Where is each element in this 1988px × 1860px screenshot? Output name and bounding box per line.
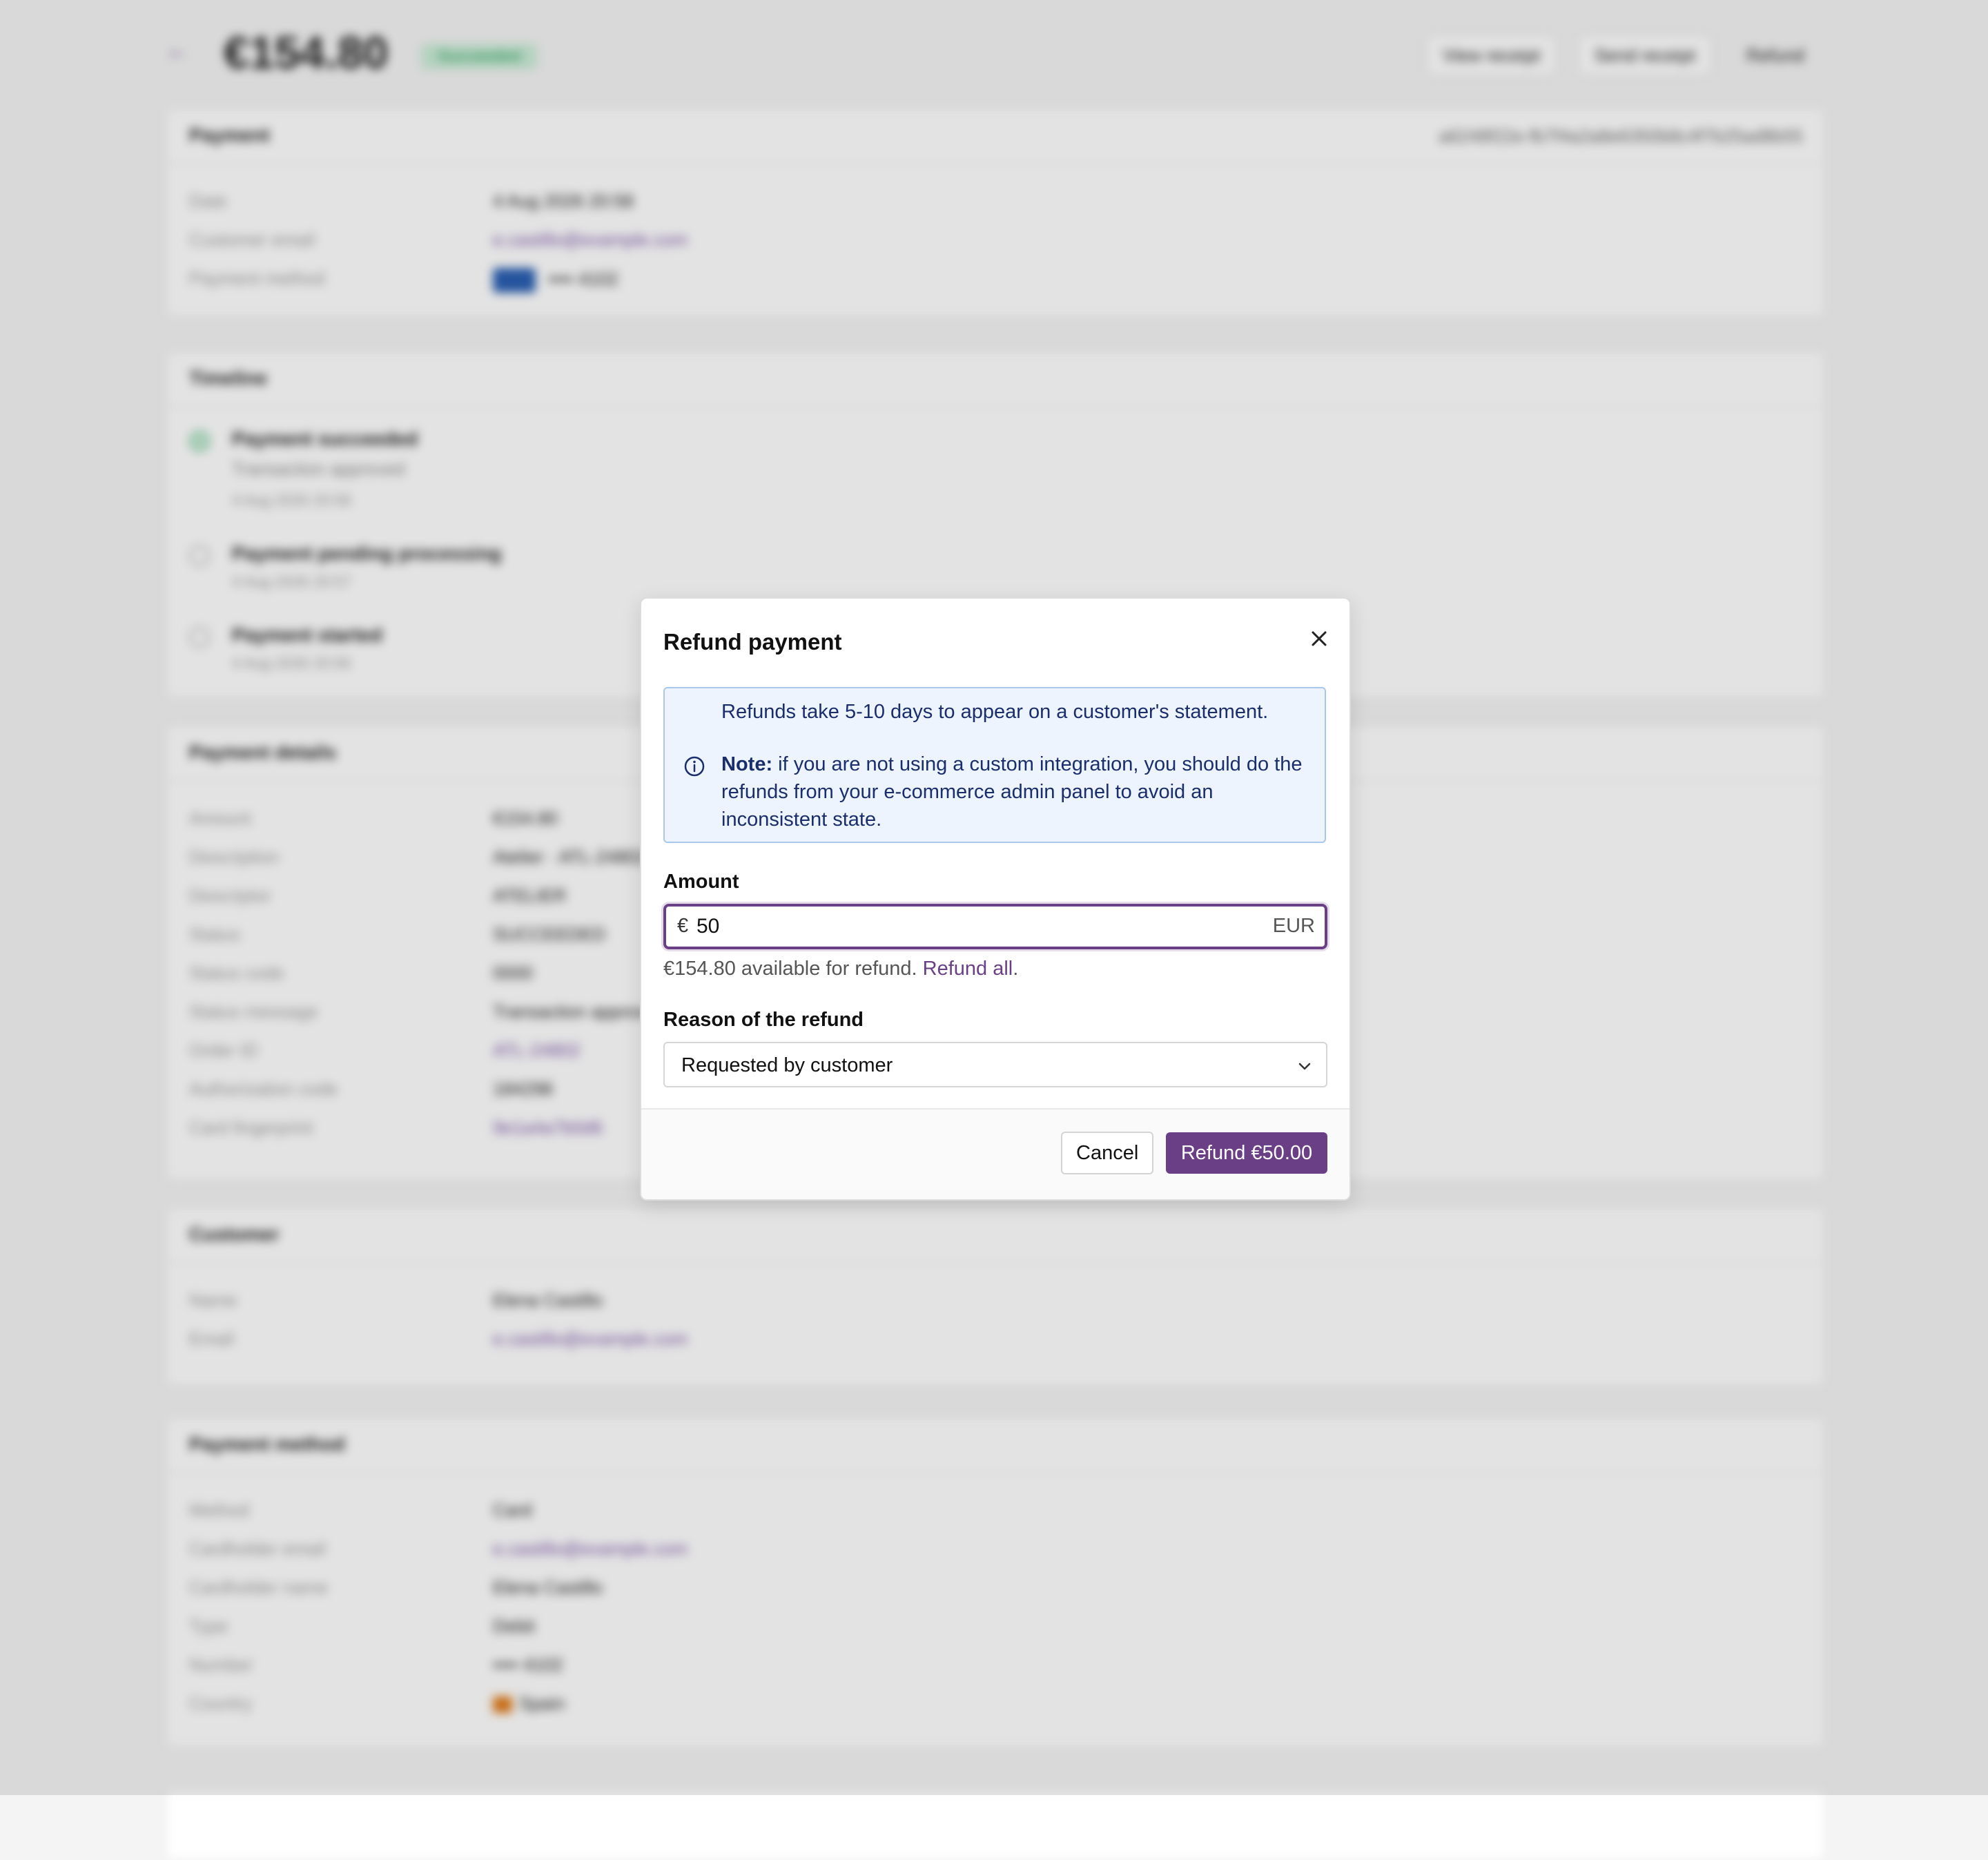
refund-all-link[interactable]: Refund all [923,958,1013,980]
reason-label: Reason of the refund [663,1009,864,1031]
modal-title: Refund payment [663,629,842,655]
modal-footer: Cancel Refund €50.00 [641,1108,1349,1199]
reason-selected-value: Requested by customer [681,1054,893,1076]
note-text: if you are not using a custom integratio… [721,753,1303,831]
note-label: Note: [721,753,773,775]
notice-note: Note: if you are not using a custom inte… [721,750,1315,833]
close-button[interactable] [1304,623,1334,654]
available-text: €154.80 available for refund. [663,958,923,980]
currency-code: EUR [1272,915,1315,937]
reason-select[interactable]: Requested by customer [663,1042,1327,1087]
chevron-down-icon [1298,1063,1311,1070]
refund-notice: Refunds take 5-10 days to appear on a cu… [663,687,1326,843]
notice-text: Refunds take 5-10 days to appear on a cu… [721,701,1269,723]
info-icon [684,756,705,777]
confirm-refund-button[interactable]: Refund €50.00 [1166,1132,1327,1174]
next-card [166,1788,1825,1860]
cancel-button[interactable]: Cancel [1061,1132,1154,1174]
available-amount-text: €154.80 available for refund. Refund all… [663,958,1018,980]
refund-modal: Refund payment Refunds take 5-10 days to… [640,597,1351,1201]
currency-symbol: € [677,915,689,937]
amount-field[interactable]: € EUR [663,904,1327,949]
amount-input[interactable] [696,909,1235,944]
amount-label: Amount [663,871,739,893]
available-suffix: . [1013,958,1019,980]
close-icon [1312,631,1327,646]
